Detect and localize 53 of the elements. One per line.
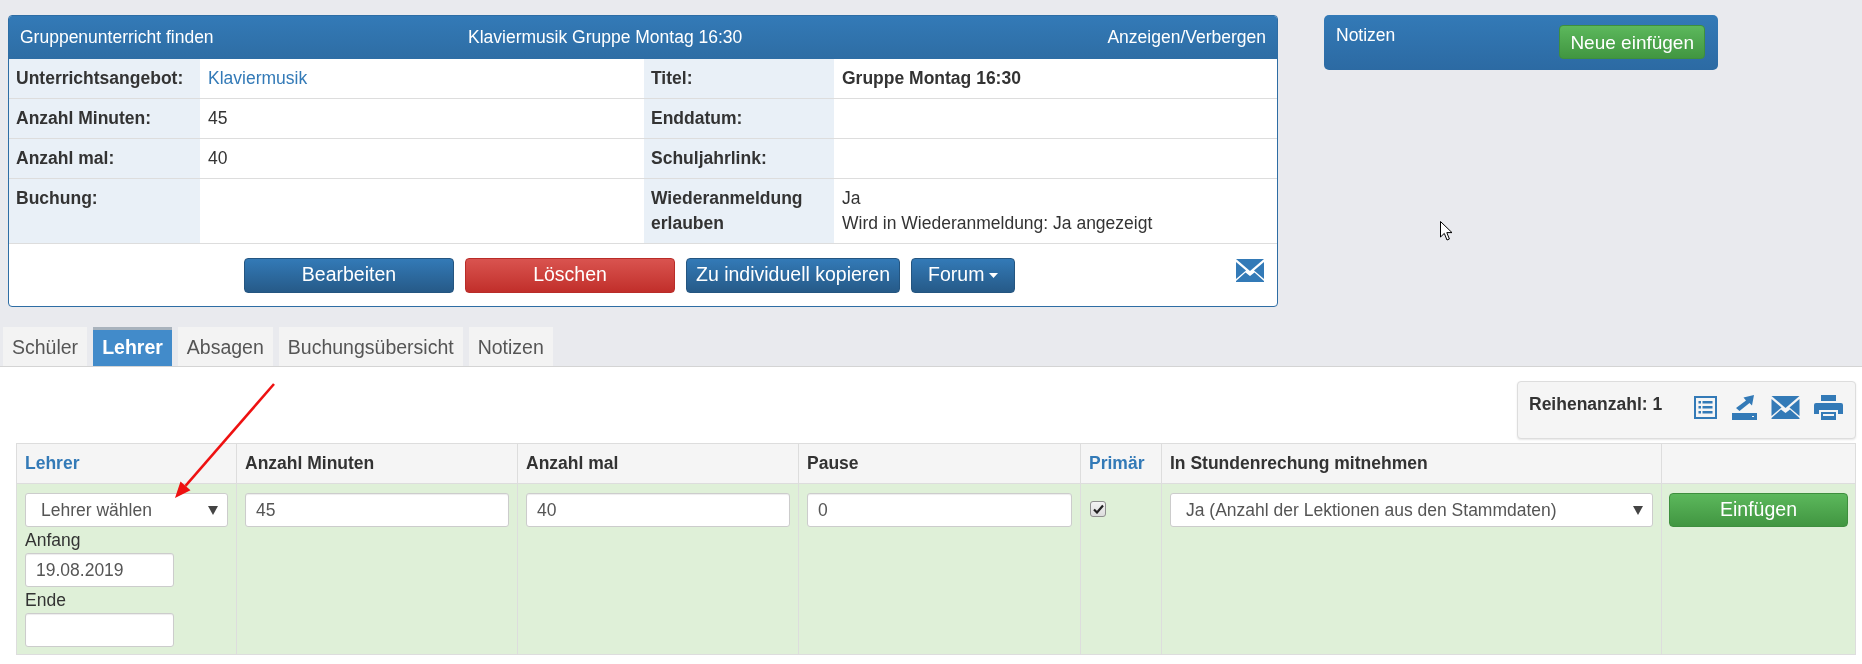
column-header: Anzahl Minuten	[237, 444, 518, 484]
column-header: Primär	[1081, 444, 1162, 484]
action-button[interactable]: Bearbeiten	[244, 257, 454, 293]
cursor-icon	[1440, 221, 1453, 241]
pause-input[interactable]: 0	[807, 493, 1072, 527]
field-value: 45	[208, 108, 228, 128]
count-input[interactable]: 40	[526, 493, 790, 527]
panel-title: Gruppenunterricht finden	[20, 26, 214, 50]
field-label: Unterrichtsangebot:	[9, 59, 200, 99]
field-label: Wiederanmeldung erlauben	[644, 179, 834, 244]
field-label: Schuljahrlink:	[644, 139, 834, 179]
offer-link[interactable]: Klaviermusik	[208, 68, 308, 88]
mail-icon[interactable]	[1771, 396, 1800, 419]
field-value: Gruppe Montag 16:30	[842, 68, 1021, 88]
field-label: Buchung:	[9, 179, 200, 244]
primary-checkbox[interactable]	[1090, 501, 1106, 517]
tab[interactable]: Notizen	[468, 327, 553, 366]
teacher-select[interactable]: Lehrer wählen	[25, 493, 228, 527]
field-label: Titel:	[644, 59, 834, 99]
panel-title: Notizen	[1336, 24, 1396, 47]
field-label: Enddatum:	[644, 99, 834, 139]
field-label: Anfang	[25, 529, 81, 552]
field-value: Wird in Wiederanmeldung: Ja angezeigt	[842, 213, 1153, 233]
billing-select[interactable]: Ja (Anzahl der Lektionen aus den Stammdaten)	[1170, 493, 1653, 527]
field-value: Ja	[842, 188, 861, 208]
mail-icon[interactable]	[1236, 259, 1264, 282]
column-header: In Stundenrechung mitnehmen	[1162, 444, 1662, 484]
print-icon[interactable]	[1814, 395, 1843, 420]
action-button[interactable]: Zu individuell kopieren	[686, 257, 901, 293]
end-date-input[interactable]	[25, 613, 174, 647]
toggle-link[interactable]: Anzeigen/Verbergen	[1107, 24, 1266, 51]
row-count: Reihenanzahl: 1	[1529, 393, 1663, 416]
list-icon[interactable]	[1693, 395, 1718, 420]
field-label: Anzahl Minuten:	[9, 99, 200, 139]
tray-arrow-icon[interactable]	[1732, 395, 1757, 420]
column-header: Lehrer	[17, 444, 237, 484]
tab[interactable]: Schüler	[3, 327, 88, 366]
field-label: Anzahl mal:	[9, 139, 200, 179]
caret-icon	[208, 505, 218, 515]
tab[interactable]: Lehrer	[93, 327, 172, 366]
column-header: Pause	[799, 444, 1081, 484]
field-label: Ende	[25, 589, 66, 612]
tab[interactable]: Absagen	[177, 327, 273, 366]
column-header: Anzahl mal	[518, 444, 799, 484]
panel-subtitle: Klaviermusik Gruppe Montag 16:30	[468, 26, 743, 50]
field-value: 40	[208, 148, 228, 168]
caret-icon	[1633, 505, 1643, 515]
delete-button[interactable]: Löschen	[465, 257, 675, 293]
dropdown-button[interactable]: Forum	[911, 257, 1016, 293]
start-date-input[interactable]: 19.08.2019	[25, 553, 174, 587]
minutes-input[interactable]: 45	[245, 493, 509, 527]
tab[interactable]: Buchungsübersicht	[278, 327, 463, 366]
caret-icon	[989, 272, 999, 278]
